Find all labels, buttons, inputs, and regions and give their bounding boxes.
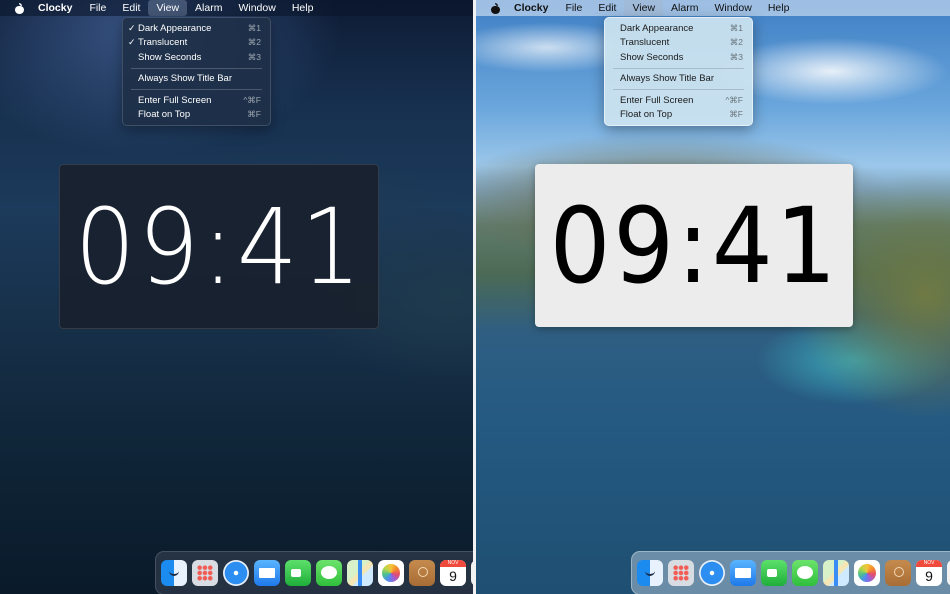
menu-item-label: Float on Top <box>620 109 673 121</box>
menu-item-label: Translucent <box>138 37 188 49</box>
menu-view[interactable]: View <box>148 0 188 16</box>
checkmark-icon: ✓ <box>128 22 136 33</box>
menu-item-float-on-top[interactable]: Float on Top ⌘F <box>605 108 752 123</box>
menu-item-translucent[interactable]: ✓ Translucent ⌘2 <box>123 36 270 51</box>
menu-separator <box>613 67 744 69</box>
clock-time: 09:41 <box>549 184 839 307</box>
maps-icon[interactable] <box>347 560 373 586</box>
checkmark-icon: ✓ <box>128 37 136 48</box>
menu-item-translucent[interactable]: Translucent ⌘2 <box>605 36 752 51</box>
menu-item-always-show-title-bar[interactable]: Always Show Title Bar <box>123 72 270 87</box>
menu-separator <box>131 67 262 69</box>
menu-item-label: Enter Full Screen <box>138 94 212 106</box>
menu-item-shortcut: ⌘1 <box>247 22 261 33</box>
menu-item-shortcut: ⌘F <box>247 109 261 120</box>
menu-item-always-show-title-bar[interactable]: Always Show Title Bar <box>605 72 752 87</box>
finder-icon[interactable] <box>161 560 187 586</box>
launchpad-icon[interactable] <box>192 560 218 586</box>
facetime-icon[interactable] <box>285 560 311 586</box>
menu-item-enter-full-screen[interactable]: Enter Full Screen ^⌘F <box>605 93 752 108</box>
menu-bar: Clocky File Edit View Alarm Window Help <box>476 0 950 16</box>
menu-alarm[interactable]: Alarm <box>187 0 230 16</box>
photos-icon[interactable] <box>854 560 880 586</box>
view-menu-dropdown: ✓ Dark Appearance ⌘1 ✓ Translucent ⌘2 Sh… <box>122 17 271 126</box>
menu-item-label: Dark Appearance <box>138 22 212 34</box>
facetime-icon[interactable] <box>761 560 787 586</box>
calendar-day: 9 <box>925 568 933 584</box>
menu-item-shortcut: ⌘3 <box>247 51 261 62</box>
messages-icon[interactable] <box>792 560 818 586</box>
apple-icon[interactable] <box>14 2 24 14</box>
calendar-month: NOV <box>916 560 942 567</box>
calendar-icon[interactable]: NOV 9 <box>440 560 466 586</box>
menu-item-label: Always Show Title Bar <box>620 73 714 85</box>
menu-item-shortcut: ⌘1 <box>729 22 743 33</box>
dock: NOV 9 <box>631 551 950 594</box>
menu-bar: Clocky File Edit View Alarm Window Help <box>0 0 473 16</box>
menu-edit[interactable]: Edit <box>590 0 624 16</box>
light-screen: Clocky File Edit View Alarm Window Help … <box>476 0 950 594</box>
safari-icon[interactable] <box>223 560 249 586</box>
menu-item-dark-appearance[interactable]: Dark Appearance ⌘1 <box>605 21 752 36</box>
mail-icon[interactable] <box>254 560 280 586</box>
view-menu-dropdown: Dark Appearance ⌘1 Translucent ⌘2 Show S… <box>604 17 753 126</box>
menu-item-shortcut: ⌘F <box>729 109 743 120</box>
menu-item-shortcut: ⌘2 <box>247 37 261 48</box>
calendar-month: NOV <box>440 560 466 567</box>
menu-item-label: Always Show Title Bar <box>138 73 232 85</box>
menu-window[interactable]: Window <box>230 0 283 16</box>
menu-item-label: Enter Full Screen <box>620 94 694 106</box>
menu-item-dark-appearance[interactable]: ✓ Dark Appearance ⌘1 <box>123 21 270 36</box>
menu-item-shortcut: ⌘2 <box>729 37 743 48</box>
clock-time: 09:41 <box>74 185 364 308</box>
menu-item-shortcut: ^⌘F <box>725 94 743 105</box>
menu-item-label: Dark Appearance <box>620 22 694 34</box>
menu-item-float-on-top[interactable]: Float on Top ⌘F <box>123 108 270 123</box>
menu-item-shortcut: ^⌘F <box>243 94 261 105</box>
menu-separator <box>131 89 262 90</box>
messages-icon[interactable] <box>316 560 342 586</box>
menu-item-label: Float on Top <box>138 109 191 121</box>
calendar-icon[interactable]: NOV 9 <box>916 560 942 586</box>
launchpad-icon[interactable] <box>668 560 694 586</box>
menu-item-show-seconds[interactable]: Show Seconds ⌘3 <box>605 50 752 65</box>
menu-help[interactable]: Help <box>284 0 322 16</box>
menu-window[interactable]: Window <box>706 0 759 16</box>
menu-item-label: Show Seconds <box>138 51 202 63</box>
clock-window[interactable]: 09:41 <box>535 164 853 327</box>
menu-edit[interactable]: Edit <box>114 0 148 16</box>
mail-icon[interactable] <box>730 560 756 586</box>
menu-item-label: Show Seconds <box>620 51 684 63</box>
menu-app-name[interactable]: Clocky <box>38 0 81 16</box>
menu-file[interactable]: File <box>557 0 590 16</box>
menu-item-enter-full-screen[interactable]: Enter Full Screen ^⌘F <box>123 93 270 108</box>
clock-window[interactable]: 09:41 <box>59 164 379 329</box>
maps-icon[interactable] <box>823 560 849 586</box>
contacts-icon[interactable] <box>409 560 435 586</box>
menu-item-show-seconds[interactable]: Show Seconds ⌘3 <box>123 50 270 65</box>
menu-item-label: Translucent <box>620 37 670 49</box>
menu-app-name[interactable]: Clocky <box>514 0 557 16</box>
safari-icon[interactable] <box>699 560 725 586</box>
dark-screen: Clocky File Edit View Alarm Window Help … <box>0 0 473 594</box>
apple-icon[interactable] <box>490 2 500 14</box>
menu-file[interactable]: File <box>81 0 114 16</box>
contacts-icon[interactable] <box>885 560 911 586</box>
menu-view[interactable]: View <box>624 0 664 16</box>
menu-alarm[interactable]: Alarm <box>663 0 706 16</box>
menu-item-shortcut: ⌘3 <box>729 51 743 62</box>
photos-icon[interactable] <box>378 560 404 586</box>
calendar-day: 9 <box>449 568 457 584</box>
menu-help[interactable]: Help <box>760 0 798 16</box>
menu-separator <box>613 89 744 90</box>
finder-icon[interactable] <box>637 560 663 586</box>
dock: NOV 9 <box>155 551 473 594</box>
